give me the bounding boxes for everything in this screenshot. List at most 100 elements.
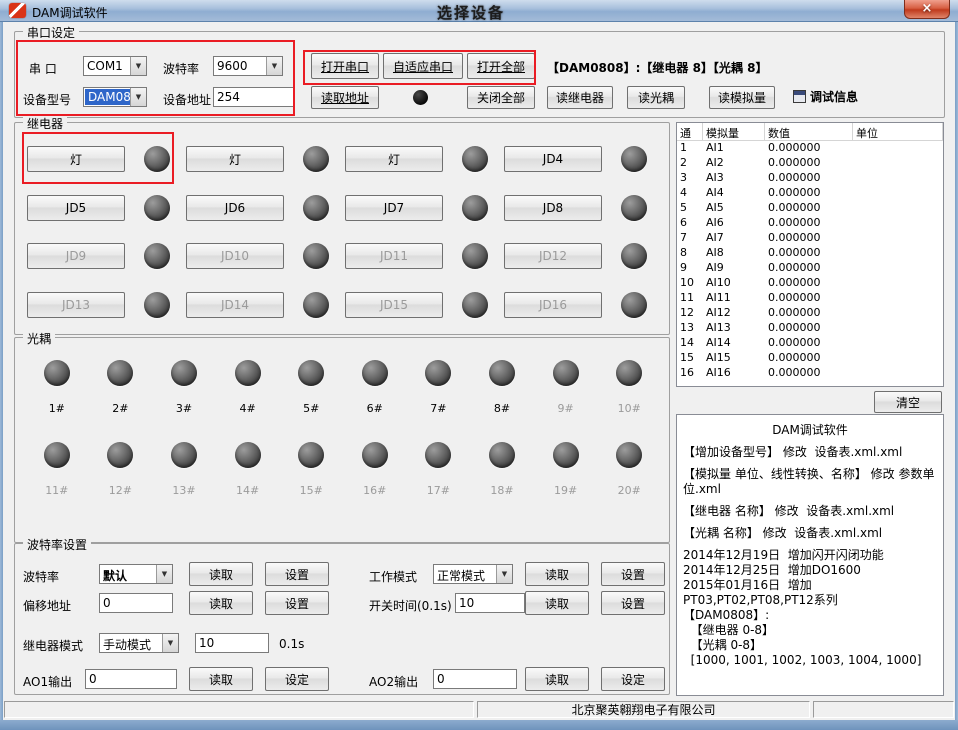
- relay-knob-16[interactable]: [621, 292, 647, 318]
- relay-button-11[interactable]: JD11: [345, 243, 443, 269]
- dropdown-icon[interactable]: ▼: [496, 565, 512, 583]
- relay-knob-8[interactable]: [621, 195, 647, 221]
- relay-knob-11[interactable]: [462, 243, 488, 269]
- relay-button-14[interactable]: JD14: [186, 292, 284, 318]
- open-all-button[interactable]: 打开全部: [467, 53, 535, 79]
- dropdown-icon[interactable]: ▼: [130, 88, 146, 106]
- analog-cell-r14c2: AI14: [703, 336, 765, 351]
- analog-row-1[interactable]: 1AI10.000000: [677, 141, 943, 156]
- analog-cell-r12c1: 12: [677, 306, 703, 321]
- dropdown-icon[interactable]: ▼: [130, 57, 146, 75]
- relay-button-8[interactable]: JD8: [504, 195, 602, 221]
- analog-column-header-1[interactable]: 通: [677, 123, 703, 140]
- offset-read-button[interactable]: 读取: [189, 591, 253, 615]
- analog-column-header-4[interactable]: 单位: [853, 123, 943, 140]
- ao2-input[interactable]: [433, 669, 517, 689]
- switch-time-input[interactable]: [455, 593, 525, 613]
- analog-row-12[interactable]: 12AI120.000000: [677, 306, 943, 321]
- relay-button-15[interactable]: JD15: [345, 292, 443, 318]
- relay-knob-9[interactable]: [144, 243, 170, 269]
- relay-knob-6[interactable]: [303, 195, 329, 221]
- read-relay-button[interactable]: 读继电器: [547, 86, 613, 109]
- read-opto-button[interactable]: 读光耦: [627, 86, 685, 109]
- baud-setting-select[interactable]: 默认 ▼: [99, 564, 173, 584]
- relay-button-3[interactable]: 灯: [345, 146, 443, 172]
- analog-row-15[interactable]: 15AI150.000000: [677, 351, 943, 366]
- work-mode-set-button[interactable]: 设置: [601, 562, 665, 586]
- close-button[interactable]: ×: [904, 0, 950, 19]
- relay-button-9[interactable]: JD9: [27, 243, 125, 269]
- offset-address-input[interactable]: [99, 593, 173, 613]
- dropdown-icon[interactable]: ▼: [162, 634, 178, 652]
- relay-knob-5[interactable]: [144, 195, 170, 221]
- relay-button-12[interactable]: JD12: [504, 243, 602, 269]
- baud-set-button[interactable]: 设置: [265, 562, 329, 586]
- baud-read-button[interactable]: 读取: [189, 562, 253, 586]
- switch-time-read-button[interactable]: 读取: [525, 591, 589, 615]
- open-serial-button[interactable]: 打开串口: [311, 53, 379, 79]
- read-address-button[interactable]: 读取地址: [311, 86, 379, 109]
- device-address-input[interactable]: [213, 87, 295, 107]
- dropdown-icon[interactable]: ▼: [156, 565, 172, 583]
- ao2-read-button[interactable]: 读取: [525, 667, 589, 691]
- relay-button-7[interactable]: JD7: [345, 195, 443, 221]
- relay-knob-15[interactable]: [462, 292, 488, 318]
- analog-row-8[interactable]: 8AI80.000000: [677, 246, 943, 261]
- relay-button-6[interactable]: JD6: [186, 195, 284, 221]
- close-all-button[interactable]: 关闭全部: [467, 86, 535, 109]
- relay-button-13[interactable]: JD13: [27, 292, 125, 318]
- analog-row-14[interactable]: 14AI140.000000: [677, 336, 943, 351]
- relay-mode-select[interactable]: 手动模式 ▼: [99, 633, 179, 653]
- baud-rate-select[interactable]: 9600 ▼: [213, 56, 283, 76]
- switch-time-set-button[interactable]: 设置: [601, 591, 665, 615]
- debug-info-toggle[interactable]: 调试信息: [793, 88, 858, 105]
- offset-set-button[interactable]: 设置: [265, 591, 329, 615]
- ao2-set-button[interactable]: 设定: [601, 667, 665, 691]
- relay-knob-13[interactable]: [144, 292, 170, 318]
- relay-button-2[interactable]: 灯: [186, 146, 284, 172]
- relay-knob-7[interactable]: [462, 195, 488, 221]
- relay-button-4[interactable]: JD4: [504, 146, 602, 172]
- device-model-select[interactable]: DAM0808 ▼: [83, 87, 147, 107]
- relay-cell-10: JD10: [184, 232, 343, 281]
- read-analog-button[interactable]: 读模拟量: [709, 86, 775, 109]
- analog-cell-r3c4: [853, 171, 943, 186]
- ao1-read-button[interactable]: 读取: [189, 667, 253, 691]
- analog-cell-r6c4: [853, 216, 943, 231]
- relay-knob-12[interactable]: [621, 243, 647, 269]
- analog-row-9[interactable]: 9AI90.000000: [677, 261, 943, 276]
- clear-button[interactable]: 清空: [874, 391, 942, 413]
- opto-channel-label-11: 11#: [45, 484, 68, 497]
- ao1-set-button[interactable]: 设定: [265, 667, 329, 691]
- relay-knob-1[interactable]: [144, 146, 170, 172]
- adaptive-serial-button[interactable]: 自适应串口: [383, 53, 463, 79]
- relay-time-input[interactable]: [195, 633, 269, 653]
- work-mode-read-button[interactable]: 读取: [525, 562, 589, 586]
- analog-row-16[interactable]: 16AI160.000000: [677, 366, 943, 381]
- analog-column-header-2[interactable]: 模拟量: [703, 123, 765, 140]
- analog-row-11[interactable]: 11AI110.000000: [677, 291, 943, 306]
- serial-port-select[interactable]: COM1 ▼: [83, 56, 147, 76]
- relay-knob-3[interactable]: [462, 146, 488, 172]
- analog-column-header-3[interactable]: 数值: [765, 123, 853, 140]
- work-mode-select[interactable]: 正常模式 ▼: [433, 564, 513, 584]
- analog-row-5[interactable]: 5AI50.000000: [677, 201, 943, 216]
- relay-knob-10[interactable]: [303, 243, 329, 269]
- relay-button-1[interactable]: 灯: [27, 146, 125, 172]
- app-logo-icon[interactable]: [9, 3, 26, 18]
- analog-row-3[interactable]: 3AI30.000000: [677, 171, 943, 186]
- relay-knob-14[interactable]: [303, 292, 329, 318]
- analog-row-7[interactable]: 7AI70.000000: [677, 231, 943, 246]
- relay-knob-4[interactable]: [621, 146, 647, 172]
- relay-button-5[interactable]: JD5: [27, 195, 125, 221]
- analog-row-6[interactable]: 6AI60.000000: [677, 216, 943, 231]
- ao1-input[interactable]: [85, 669, 177, 689]
- analog-row-13[interactable]: 13AI130.000000: [677, 321, 943, 336]
- relay-button-16[interactable]: JD16: [504, 292, 602, 318]
- dropdown-icon[interactable]: ▼: [266, 57, 282, 75]
- relay-button-10[interactable]: JD10: [186, 243, 284, 269]
- analog-row-2[interactable]: 2AI20.000000: [677, 156, 943, 171]
- relay-knob-2[interactable]: [303, 146, 329, 172]
- analog-row-10[interactable]: 10AI100.000000: [677, 276, 943, 291]
- analog-row-4[interactable]: 4AI40.000000: [677, 186, 943, 201]
